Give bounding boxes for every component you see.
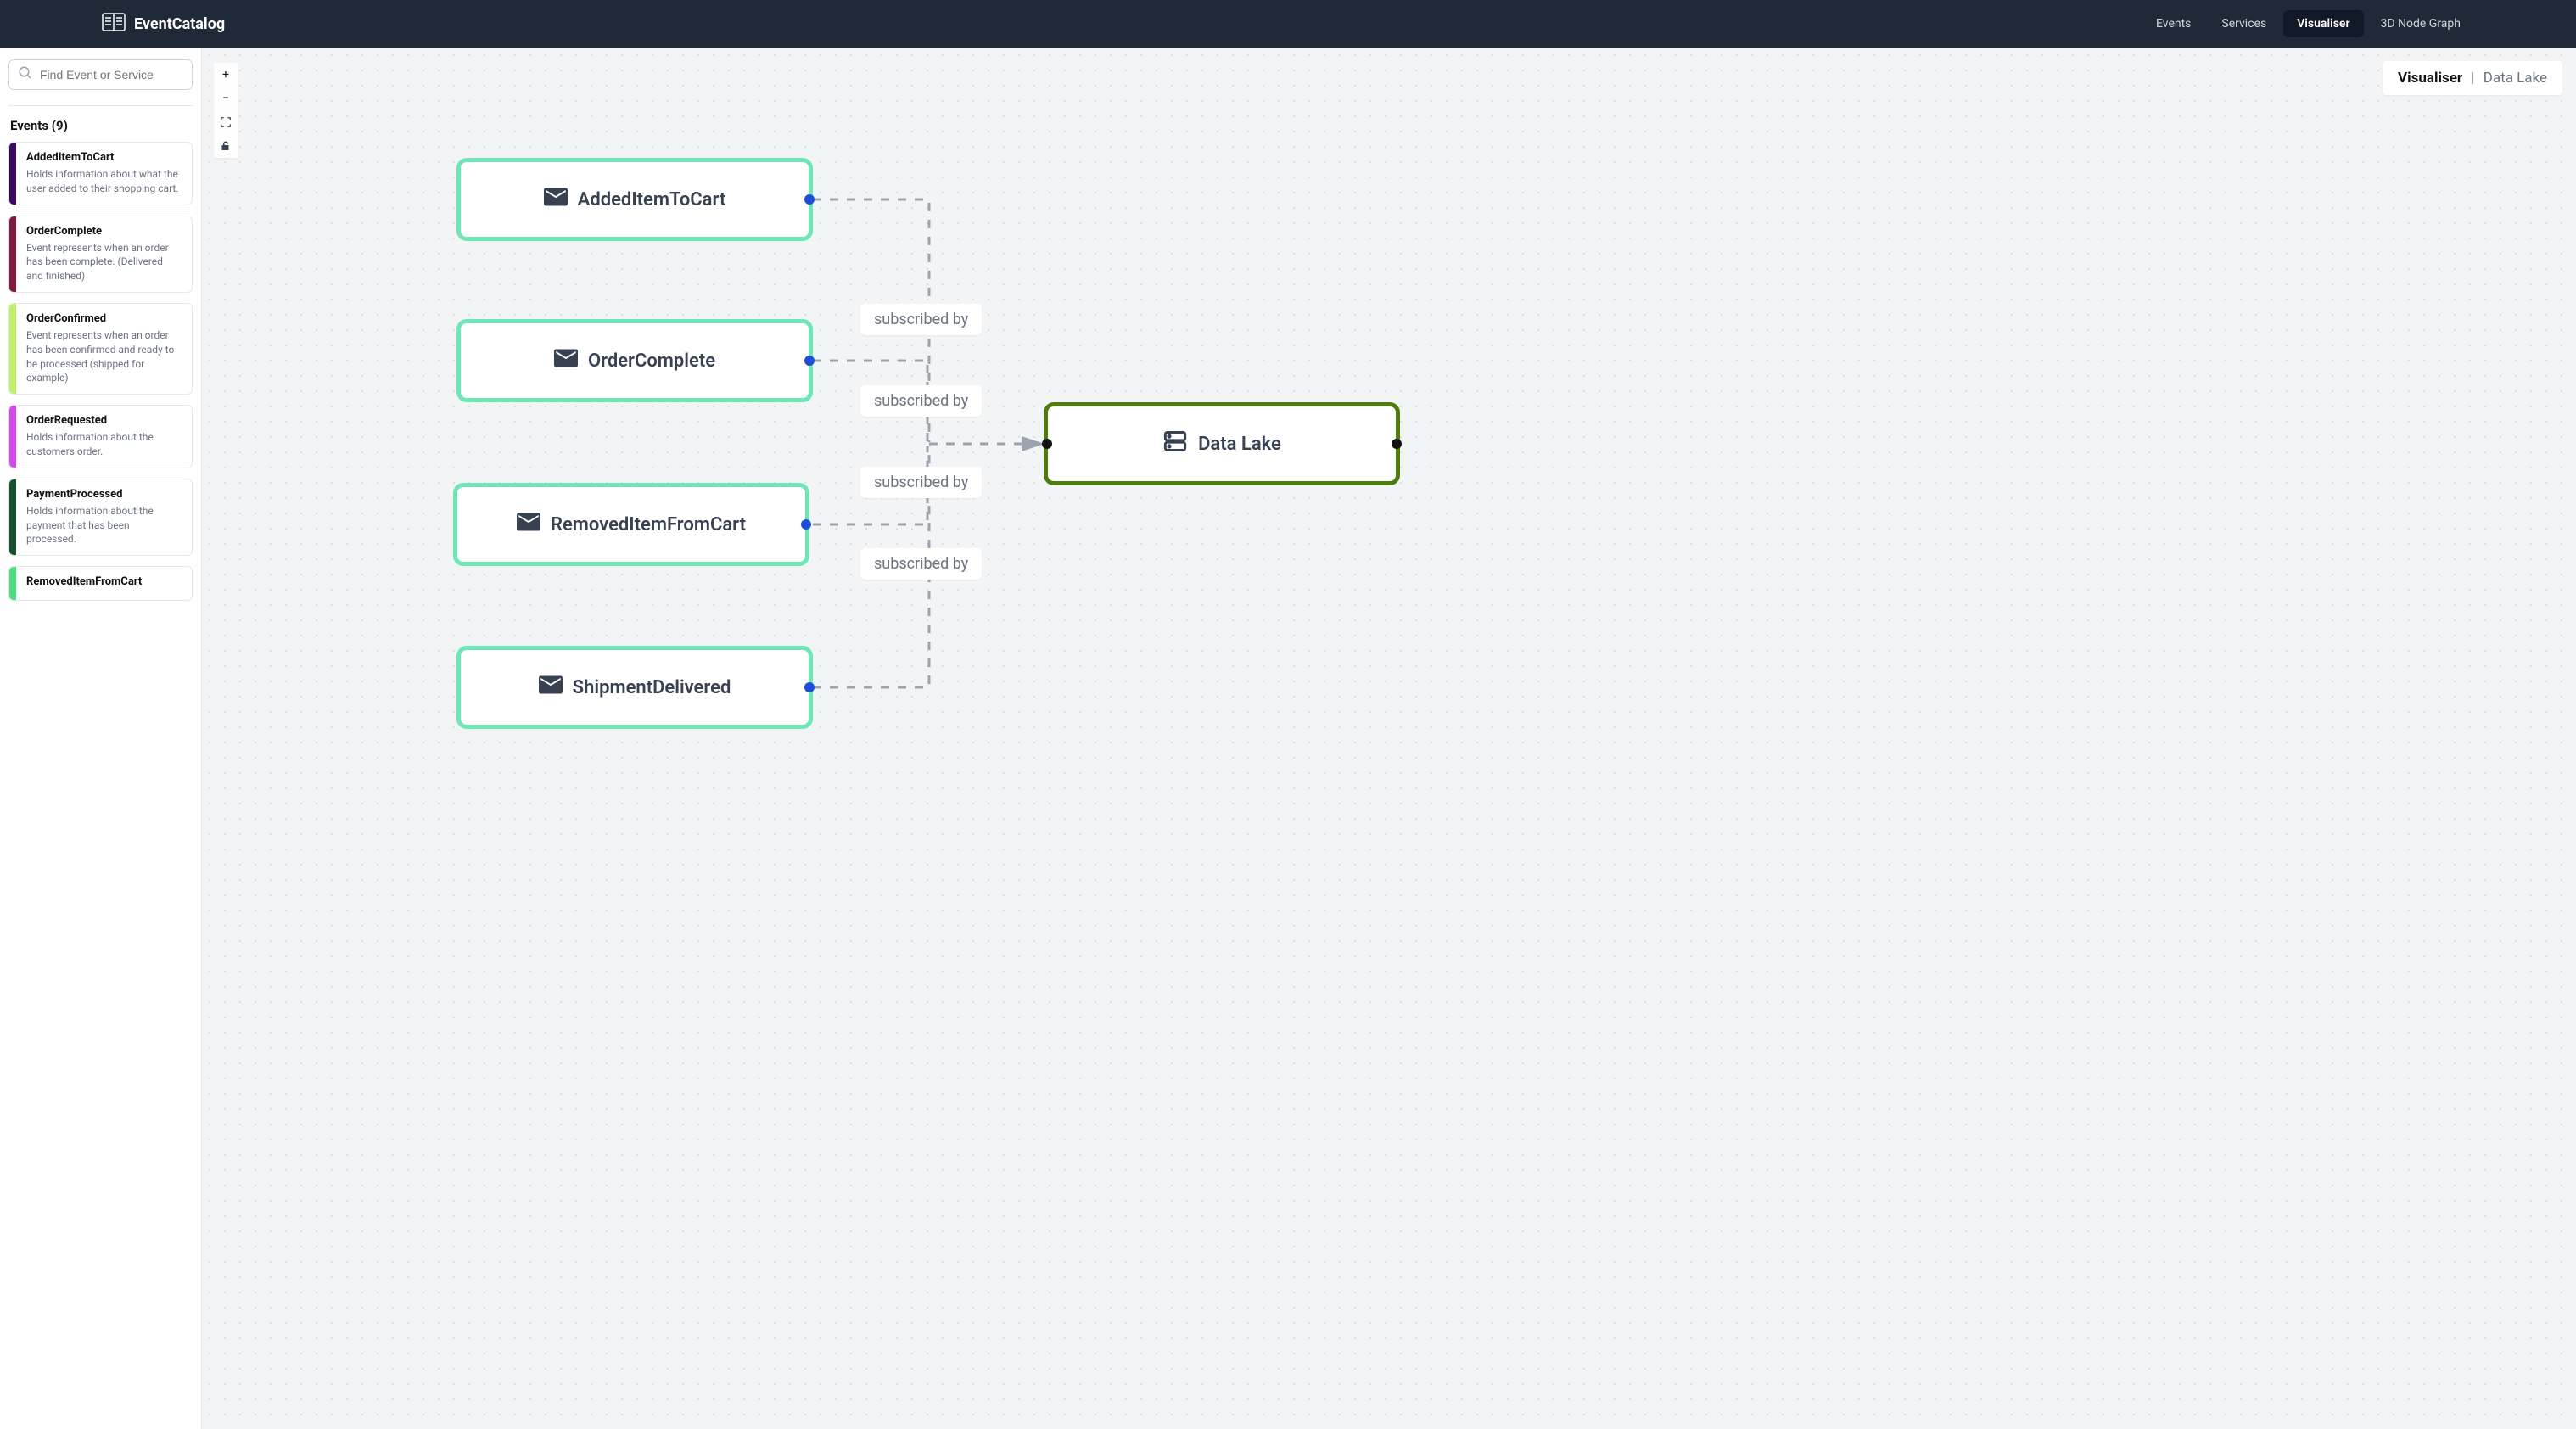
- nav-3d-node-graph[interactable]: 3D Node Graph: [2367, 10, 2475, 37]
- event-color-bar: [9, 216, 16, 292]
- sidebar: Events (9) AddedItemToCart Holds informa…: [0, 48, 202, 1429]
- event-card[interactable]: OrderRequested Holds information about t…: [8, 405, 193, 468]
- event-card[interactable]: AddedItemToCart Holds information about …: [8, 142, 193, 205]
- node-label: ShipmentDelivered: [573, 677, 731, 698]
- event-list: AddedItemToCart Holds information about …: [8, 142, 193, 601]
- envelope-icon: [517, 513, 540, 536]
- event-name: AddedItemToCart: [26, 151, 182, 164]
- event-color-bar: [9, 479, 16, 555]
- envelope-icon: [544, 188, 568, 211]
- event-name: OrderRequested: [26, 414, 182, 427]
- brand-icon: [102, 13, 126, 35]
- node-label: OrderComplete: [588, 350, 715, 372]
- event-desc: Event represents when an order has been …: [26, 241, 182, 283]
- node-label: RemovedItemFromCart: [551, 514, 746, 535]
- edge-label: subscribed by: [860, 385, 982, 417]
- event-color-bar: [9, 304, 16, 394]
- output-port[interactable]: [801, 519, 811, 530]
- envelope-icon: [539, 675, 563, 699]
- breadcrumb-separator: |: [2471, 70, 2474, 87]
- envelope-icon: [554, 349, 578, 373]
- input-port[interactable]: [1042, 439, 1052, 449]
- search-input[interactable]: [40, 68, 183, 81]
- event-card[interactable]: OrderConfirmed Event represents when an …: [8, 303, 193, 395]
- node-label: Data Lake: [1198, 434, 1281, 455]
- server-icon: [1162, 429, 1188, 458]
- breadcrumb-root: Visualiser: [2398, 70, 2462, 87]
- event-node[interactable]: AddedItemToCart: [456, 158, 813, 241]
- brand[interactable]: EventCatalog: [102, 13, 225, 35]
- search-box[interactable]: [8, 59, 193, 90]
- edges: [202, 48, 2576, 1429]
- event-name: OrderConfirmed: [26, 312, 182, 325]
- event-name: PaymentProcessed: [26, 488, 182, 501]
- service-node[interactable]: Data Lake: [1044, 402, 1400, 485]
- event-color-bar: [9, 406, 16, 468]
- nav-services[interactable]: Services: [2208, 10, 2280, 37]
- event-desc: Event represents when an order has been …: [26, 328, 182, 385]
- breadcrumb: Visualiser | Data Lake: [2383, 61, 2562, 95]
- nav-events[interactable]: Events: [2142, 10, 2204, 37]
- canvas-controls: + −: [214, 63, 238, 158]
- header: EventCatalog Events Services Visualiser …: [0, 0, 2576, 48]
- event-card[interactable]: RemovedItemFromCart: [8, 566, 193, 601]
- event-desc: Holds information about what the user ad…: [26, 167, 182, 196]
- node-label: AddedItemToCart: [578, 189, 726, 210]
- edge-label: subscribed by: [860, 467, 982, 498]
- event-color-bar: [9, 143, 16, 205]
- output-port[interactable]: [804, 682, 815, 692]
- brand-name: EventCatalog: [134, 15, 225, 33]
- fit-view-button[interactable]: [214, 110, 238, 134]
- event-node[interactable]: ShipmentDelivered: [456, 646, 813, 729]
- zoom-out-button[interactable]: −: [214, 87, 238, 110]
- search-icon: [18, 65, 33, 84]
- output-port[interactable]: [1392, 439, 1402, 449]
- event-card[interactable]: OrderComplete Event represents when an o…: [8, 216, 193, 293]
- section-title: Events (9): [10, 118, 191, 133]
- lock-button[interactable]: [214, 134, 238, 158]
- output-port[interactable]: [804, 356, 815, 366]
- output-port[interactable]: [804, 194, 815, 205]
- canvas[interactable]: + − Visualiser | Data Lake: [202, 48, 2576, 1429]
- event-desc: Holds information about the customers or…: [26, 430, 182, 459]
- event-desc: Holds information about the payment that…: [26, 504, 182, 546]
- event-node[interactable]: RemovedItemFromCart: [453, 483, 809, 566]
- breadcrumb-leaf: Data Lake: [2484, 70, 2547, 87]
- edge-label: subscribed by: [860, 304, 982, 335]
- nav-visualiser[interactable]: Visualiser: [2283, 10, 2363, 37]
- event-card[interactable]: PaymentProcessed Holds information about…: [8, 479, 193, 556]
- event-node[interactable]: OrderComplete: [456, 319, 813, 402]
- zoom-in-button[interactable]: +: [214, 63, 238, 87]
- event-name: RemovedItemFromCart: [26, 575, 142, 588]
- event-name: OrderComplete: [26, 225, 182, 238]
- event-color-bar: [9, 567, 16, 600]
- nav: Events Services Visualiser 3D Node Graph: [2142, 10, 2474, 37]
- edge-label: subscribed by: [860, 548, 982, 580]
